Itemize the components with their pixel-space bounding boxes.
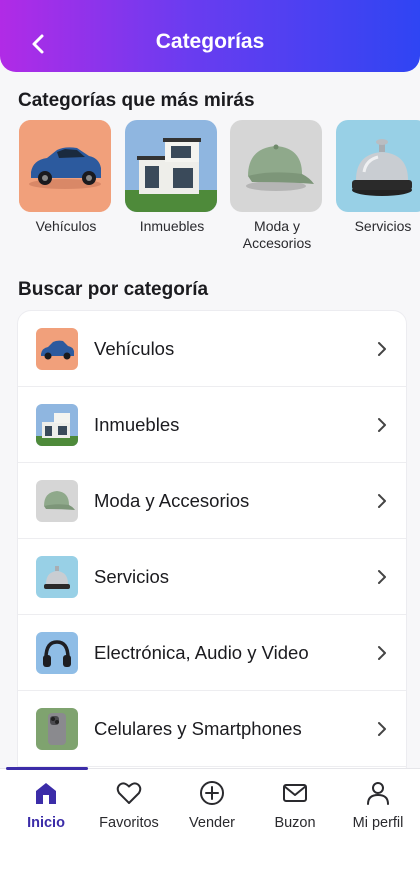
favorite-item-label: Servicios — [354, 218, 412, 234]
category-row-label: Moda y Accesorios — [94, 489, 250, 511]
nav-item-buzon[interactable]: Buzon — [253, 779, 337, 839]
mail-icon — [283, 784, 307, 802]
phone-image — [36, 707, 78, 750]
chevron-right-icon — [378, 645, 386, 660]
nav-item-vender[interactable]: Vender — [170, 779, 254, 839]
browse-section-title: Buscar por categoría — [18, 279, 209, 300]
car-image — [36, 327, 78, 370]
category-row-label: Electrónica, Audio y Video — [94, 641, 309, 663]
favorite-item-inmuebles[interactable]: Inmuebles — [125, 120, 219, 235]
category-row-celulares[interactable]: Celulares y Smartphones — [18, 691, 406, 767]
nav-item-mi-perfil[interactable]: Mi perfil — [336, 779, 420, 839]
plus-circle-icon — [200, 781, 224, 805]
headphones-image — [36, 631, 78, 674]
favorite-item-label: Inmuebles — [139, 218, 205, 234]
favorite-item-label: Vehículos — [35, 218, 97, 234]
category-row-servicios[interactable]: Servicios — [18, 539, 406, 615]
house-image — [125, 120, 217, 212]
category-list: Vehículos Inmuebles Moda y Accesorios Se… — [17, 310, 407, 780]
category-row-label: Inmuebles — [94, 413, 180, 435]
favorite-item-label: Moda y Accesorios — [242, 218, 312, 251]
category-row-vehiculos[interactable]: Vehículos — [18, 311, 406, 387]
bottom-nav: Inicio Favoritos Vender Buzon Mi perfil — [0, 767, 420, 873]
category-row-label: Celulares y Smartphones — [94, 717, 302, 739]
nav-label: Inicio — [27, 815, 65, 831]
nav-item-favoritos[interactable]: Favoritos — [87, 779, 171, 839]
page-title: Categorías — [155, 30, 265, 53]
active-tab-indicator — [6, 767, 88, 770]
chevron-right-icon — [378, 341, 386, 356]
chevron-right-icon — [378, 569, 386, 584]
nav-label: Favoritos — [99, 815, 159, 831]
cap-image — [230, 120, 322, 212]
app-header: Categorías — [0, 0, 420, 72]
favorite-item-vehiculos[interactable]: Vehículos — [19, 120, 113, 235]
nav-label: Buzon — [274, 815, 316, 831]
user-icon — [367, 782, 389, 805]
favorites-section-title: Categorías que más mirás — [18, 90, 255, 111]
car-image — [19, 120, 111, 212]
category-row-inmuebles[interactable]: Inmuebles — [18, 387, 406, 463]
nav-label: Mi perfil — [352, 815, 404, 831]
chevron-right-icon — [378, 417, 386, 432]
nav-item-inicio[interactable]: Inicio — [4, 779, 88, 839]
favorite-item-moda[interactable]: Moda y Accesorios — [230, 120, 324, 252]
favorite-item-servicios[interactable]: Servicios — [336, 120, 420, 235]
chevron-right-icon — [378, 721, 386, 736]
heart-icon — [116, 782, 142, 804]
bell-image — [36, 555, 78, 598]
cap-image — [36, 479, 78, 522]
nav-label: Vender — [189, 815, 235, 831]
category-row-label: Servicios — [94, 565, 170, 587]
house-image — [36, 403, 78, 446]
home-icon — [36, 783, 56, 804]
category-row-electronica[interactable]: Electrónica, Audio y Video — [18, 615, 406, 691]
category-row-moda[interactable]: Moda y Accesorios — [18, 463, 406, 539]
favorites-carousel[interactable]: Vehículos Inmuebles Moda y Accesorios Se… — [0, 120, 420, 260]
category-row-label: Vehículos — [94, 337, 175, 359]
chevron-right-icon — [378, 493, 386, 508]
bell-image — [336, 120, 420, 212]
